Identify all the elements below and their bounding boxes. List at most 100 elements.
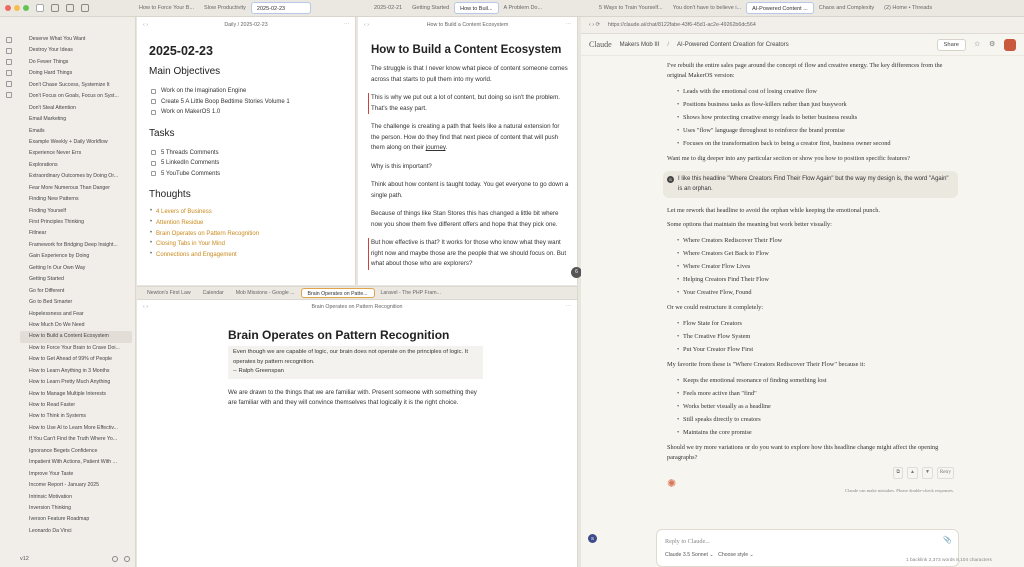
- file-item[interactable]: Fear More Numerous Than Danger: [20, 183, 132, 194]
- sidebar-toggle-icon[interactable]: [81, 4, 89, 12]
- tab-right-4[interactable]: (2) Home • Threads: [879, 2, 937, 14]
- file-item[interactable]: Example Weekly + Daily Workflow: [20, 137, 132, 148]
- thought-link[interactable]: Attention Residue: [149, 219, 343, 231]
- file-item[interactable]: How to Use AI to Learn More Effectiv...: [20, 423, 132, 434]
- file-item[interactable]: Iverson Feature Roadmap: [20, 514, 132, 525]
- file-item[interactable]: How to Learn Anything in 3 Months: [20, 366, 132, 377]
- file-item[interactable]: How to Manage Multiple Interests: [20, 389, 132, 400]
- share-button[interactable]: Share: [936, 38, 966, 51]
- retry-button[interactable]: Retry: [936, 467, 954, 479]
- file-item[interactable]: How Much Do We Need: [20, 320, 132, 331]
- file-item[interactable]: How to Force Your Brain to Crave Doi...: [20, 343, 132, 354]
- back-forward-icon[interactable]: ‹ ›: [143, 17, 148, 34]
- thought-link[interactable]: Brain Operates on Pattern Recognition: [149, 230, 343, 242]
- file-item[interactable]: How to Think in Systems: [20, 411, 132, 422]
- checkbox-item[interactable]: 5 LinkedIn Comments: [149, 158, 343, 169]
- tab-right-3[interactable]: Chaos and Complexity: [814, 2, 879, 14]
- file-item[interactable]: Finding New Patterns: [20, 194, 132, 205]
- file-item[interactable]: Getting Started: [20, 274, 132, 285]
- thought-link[interactable]: Closing Tabs in Your Mind: [149, 240, 343, 252]
- chat-input-placeholder[interactable]: Reply to Claude...: [665, 538, 710, 545]
- project-link[interactable]: Makers Mob III: [620, 42, 660, 48]
- checkbox[interactable]: [151, 160, 156, 166]
- tab-mob-missions[interactable]: Mob Missions - Google ...: [230, 288, 301, 298]
- file-item[interactable]: If You Can't Find the Truth Where Yo...: [20, 434, 132, 445]
- file-item[interactable]: Ignorance Begets Confidence: [20, 446, 132, 457]
- tab-mid-3[interactable]: A Problem Do...: [499, 2, 548, 14]
- tab-left-0[interactable]: How to Force Your B...: [134, 2, 199, 14]
- file-item[interactable]: Go to Bed Smarter: [20, 297, 132, 308]
- user-avatar-bottom[interactable]: S: [588, 534, 597, 543]
- graph-icon[interactable]: [5, 37, 12, 43]
- file-item[interactable]: Go for Different: [20, 286, 132, 297]
- sliders-icon[interactable]: ⚙: [989, 41, 996, 48]
- url-field[interactable]: https://claude.ai/chat/8122fabe-43f6-45d…: [608, 22, 756, 28]
- thumbs-up-icon[interactable]: ▲: [906, 467, 918, 479]
- star-icon[interactable]: ☆: [974, 41, 981, 48]
- file-item[interactable]: How to Get Ahead of 99% of People: [20, 354, 132, 365]
- file-item[interactable]: Do Fewer Things: [20, 57, 132, 68]
- help-icon[interactable]: [112, 556, 118, 562]
- tab-calendar[interactable]: Calendar: [197, 288, 230, 298]
- file-item[interactable]: Email Marketing: [20, 114, 132, 125]
- checkbox-item[interactable]: Work on MakerOS 1.0: [149, 107, 343, 118]
- checkbox-item[interactable]: Work on the Imagination Engine: [149, 86, 343, 97]
- attach-icon[interactable]: 📎: [943, 536, 952, 544]
- more-options-icon[interactable]: ⋯: [566, 17, 571, 34]
- file-item[interactable]: How to Read Faster: [20, 400, 132, 411]
- maximize-window-button[interactable]: [23, 5, 29, 11]
- close-window-button[interactable]: [5, 5, 11, 11]
- canvas-icon[interactable]: [5, 92, 12, 98]
- file-item[interactable]: Doing Hard Things: [20, 68, 132, 79]
- back-forward-icon[interactable]: ‹ ›: [364, 17, 369, 34]
- checkbox-item[interactable]: 5 YouTube Comments: [149, 169, 343, 180]
- tab-mid-1[interactable]: Getting Started: [407, 2, 454, 14]
- template-icon[interactable]: [5, 59, 12, 65]
- tab-mid-2[interactable]: How to Buil...: [454, 2, 499, 14]
- file-item[interactable]: Getting In Our Own Way: [20, 263, 132, 274]
- thumbs-down-icon[interactable]: ▼: [921, 467, 933, 479]
- file-item[interactable]: Destroy Your Ideas: [20, 45, 132, 56]
- file-item[interactable]: Income Report - January 2025: [20, 480, 132, 491]
- thought-link[interactable]: Connections and Engagement: [149, 251, 343, 263]
- file-item[interactable]: Impatient With Actions, Patient With ...: [20, 457, 132, 468]
- nav-arrows-icon[interactable]: ‹ › ⟳: [589, 22, 600, 28]
- tab-left-1[interactable]: Slow Productivity: [199, 2, 251, 14]
- tab-newtons-first-law[interactable]: Newton's First Law: [141, 288, 197, 298]
- more-options-icon[interactable]: ⋯: [344, 17, 349, 34]
- minimize-window-button[interactable]: [14, 5, 20, 11]
- back-forward-icon[interactable]: ‹ ›: [143, 300, 148, 314]
- file-item[interactable]: Extraordinary Outcomes by Doing Or...: [20, 171, 132, 182]
- tab-right-1[interactable]: You don't have to believe i...: [668, 2, 746, 14]
- tab-right-0[interactable]: 5 Ways to Train Yourself...: [594, 2, 668, 14]
- file-item[interactable]: Gain Experience by Doing: [20, 251, 132, 262]
- chat-title[interactable]: AI-Powered Content Creation for Creators: [677, 42, 789, 48]
- vault-name[interactable]: v12: [20, 556, 29, 562]
- file-item[interactable]: Fitlnear: [20, 228, 132, 239]
- terminal-icon[interactable]: [5, 81, 12, 87]
- file-item[interactable]: Framework for Bridging Deep Insight...: [20, 240, 132, 251]
- tab-laravel[interactable]: Laravel - The PHP Fram...: [375, 288, 447, 298]
- file-item[interactable]: Finding Yourself: [20, 206, 132, 217]
- tab-brain-operates[interactable]: Brain Operates on Patte...: [300, 288, 375, 298]
- copy-icon[interactable]: ⧉: [893, 467, 903, 479]
- tab-left-2[interactable]: 2025-02-23: [250, 2, 311, 14]
- file-item[interactable]: How to Build a Content Ecosystem: [20, 331, 132, 343]
- checkbox[interactable]: [151, 99, 156, 105]
- file-item[interactable]: Don't Steal Attention: [20, 103, 132, 114]
- file-item[interactable]: How to Learn Pretty Much Anything: [20, 377, 132, 388]
- command-icon[interactable]: [5, 70, 12, 76]
- checkbox[interactable]: [151, 88, 156, 94]
- file-item[interactable]: Deserve What You Want: [20, 34, 132, 45]
- checkbox[interactable]: [151, 171, 156, 177]
- file-item[interactable]: Inversion Thinking: [20, 503, 132, 514]
- tab-mid-0[interactable]: 2025-02-21: [369, 2, 407, 14]
- breadcrumb-folder[interactable]: Daily: [224, 22, 236, 28]
- file-item[interactable]: Don't Chase Success, Systemize It: [20, 80, 132, 91]
- calendar-icon[interactable]: [5, 48, 12, 54]
- file-item[interactable]: Don't Focus on Goals, Focus on Syst...: [20, 91, 132, 102]
- account-avatar[interactable]: [1004, 38, 1016, 51]
- file-item[interactable]: Explorations: [20, 160, 132, 171]
- file-item[interactable]: Emails: [20, 126, 132, 137]
- settings-icon[interactable]: [124, 556, 130, 562]
